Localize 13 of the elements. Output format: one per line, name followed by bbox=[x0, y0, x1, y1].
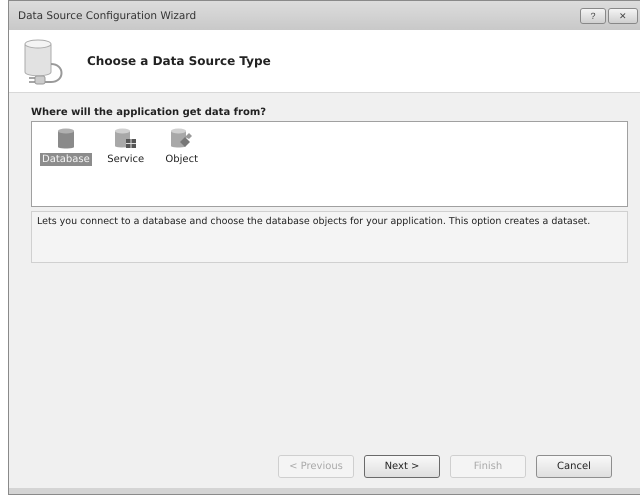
data-source-option[interactable]: Service bbox=[104, 128, 148, 166]
data-source-option[interactable]: Object bbox=[160, 128, 204, 166]
description-text: Lets you connect to a database and choose the database objects for your application. This option creates a dataset. bbox=[31, 211, 628, 263]
help-button[interactable]: ? bbox=[580, 8, 606, 24]
close-button[interactable]: ✕ bbox=[608, 8, 638, 24]
database-diamond-icon bbox=[170, 128, 194, 150]
page-heading: Choose a Data Source Type bbox=[87, 54, 271, 68]
prompt-label: Where will the application get data from? bbox=[31, 107, 268, 118]
wizard-button[interactable]: Cancel bbox=[536, 455, 612, 478]
database-icon bbox=[56, 128, 75, 150]
database-grid-icon bbox=[114, 128, 138, 150]
window-title: Data Source Configuration Wizard bbox=[18, 10, 198, 22]
wizard-button[interactable]: Next > bbox=[364, 455, 440, 478]
